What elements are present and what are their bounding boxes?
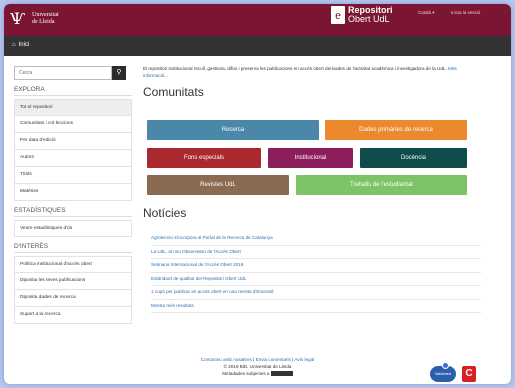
- community-recerca[interactable]: Recerca: [147, 120, 319, 140]
- home-icon: ⌂: [12, 42, 16, 48]
- navbar: ⌂ Inici: [4, 36, 511, 56]
- university-line1: Universitat: [32, 12, 59, 18]
- search-input[interactable]: [14, 66, 112, 80]
- sidebar-item-titles[interactable]: Títols: [14, 167, 132, 184]
- footer-links: Contacteu amb nosaltres | Envia comentar…: [4, 356, 511, 363]
- university-line2: de Lleida: [32, 19, 55, 25]
- intro-body: El repositori institucional recull, gest…: [143, 66, 447, 71]
- legal-link[interactable]: Avís legal: [294, 357, 314, 362]
- news-item[interactable]: Estàndard de qualitat del Repositori Obe…: [151, 273, 481, 286]
- news-item[interactable]: 1 cupó per publicar en accés obert en un…: [151, 286, 481, 300]
- stats-heading: ESTADÍSTIQUES: [14, 207, 132, 217]
- search-icon: ⚲: [116, 69, 122, 76]
- news-item[interactable]: Setmana Internacional de l'Accés Obert 2…: [151, 259, 481, 273]
- repo-e-icon: e: [331, 6, 345, 24]
- home-label: Inici: [18, 42, 30, 48]
- explora-heading: EXPLORA: [14, 86, 132, 96]
- community-dades-primaries[interactable]: Dades primàries de recerca: [325, 120, 467, 140]
- sidebar-item-subjects[interactable]: Matèries: [14, 184, 132, 201]
- news-list: Agrotecnio s'incorpora al Portal de la R…: [151, 232, 481, 313]
- home-link[interactable]: ⌂ Inici: [12, 42, 29, 48]
- sidebar-item-by-date[interactable]: Per data d'edició: [14, 133, 132, 150]
- sidebar-item-usage-stats[interactable]: Veure estadístiques d'ús: [14, 220, 132, 237]
- communities-heading: Comunitats: [143, 85, 204, 99]
- sidebar-item-deposit-publications[interactable]: Diposita les teves publicacions: [14, 273, 132, 290]
- site-header: Ѱ Universitat de Lleida e Repositori Obe…: [4, 4, 511, 36]
- udl-logo[interactable]: Ѱ Universitat de Lleida: [10, 8, 59, 30]
- sidebar-item-oa-policy[interactable]: Política institucional d'accés obert: [14, 256, 132, 273]
- language-selector[interactable]: Català ▾: [418, 10, 435, 16]
- news-heading: Notícies: [143, 206, 187, 220]
- search-button[interactable]: ⚲: [112, 66, 126, 80]
- show-more-link[interactable]: Mostra més resultats: [151, 300, 481, 313]
- sidebar-item-authors[interactable]: Autors: [14, 150, 132, 167]
- page-frame: Ѱ Universitat de Lleida e Repositori Obe…: [4, 4, 511, 384]
- sidebar-item-deposit-data[interactable]: Diposita dades de recerca: [14, 290, 132, 307]
- community-institucional[interactable]: Institucional: [268, 148, 353, 168]
- repo-title: Repositori Obert UdL: [348, 6, 393, 24]
- news-item[interactable]: Agrotecnio s'incorpora al Portal de la R…: [151, 232, 481, 246]
- sidebar: ⚲ EXPLORA Tot el repositori Comunitats i…: [14, 66, 132, 324]
- repository-logo[interactable]: e Repositori Obert UdL: [331, 6, 393, 24]
- news-item[interactable]: La UdL, al nou Observatori de l'Accés Ob…: [151, 246, 481, 259]
- feedback-link[interactable]: Envia comentaris: [256, 357, 291, 362]
- login-link[interactable]: Inicia la sessió: [451, 10, 480, 15]
- udl-logo-icon: Ѱ: [10, 9, 26, 28]
- footer-badges: Validated C: [430, 362, 476, 382]
- sidebar-item-all[interactable]: Tot el repositori: [14, 99, 132, 116]
- community-fons-especials[interactable]: Fons especials: [147, 148, 261, 168]
- sidebar-item-research-support[interactable]: Suport a la recerca: [14, 307, 132, 324]
- community-treballs[interactable]: Treballs de l'estudiantat: [296, 175, 467, 195]
- udl-logo-text: Universitat de Lleida: [32, 12, 59, 26]
- cc-license-icon[interactable]: [270, 371, 293, 377]
- validated-label: Validated: [434, 371, 452, 376]
- repo-title-line2: Obert UdL: [348, 14, 390, 24]
- validated-badge[interactable]: Validated: [430, 362, 456, 382]
- license-text: Metadades subjectes a: [222, 371, 270, 376]
- community-revistes[interactable]: Revistes UdL: [147, 175, 289, 195]
- search-bar: ⚲: [14, 66, 132, 80]
- c-badge-icon[interactable]: C: [462, 366, 476, 382]
- interes-heading: D'INTERÈS: [14, 243, 132, 253]
- intro-text: El repositori institucional recull, gest…: [143, 66, 473, 79]
- validated-dot-icon: [442, 362, 449, 369]
- contact-link[interactable]: Contacteu amb nosaltres: [201, 357, 252, 362]
- community-docencia[interactable]: Docència: [360, 148, 467, 168]
- main-content: El repositori institucional recull, gest…: [143, 66, 473, 99]
- sidebar-item-communities[interactable]: Comunitats i col·leccions: [14, 116, 132, 133]
